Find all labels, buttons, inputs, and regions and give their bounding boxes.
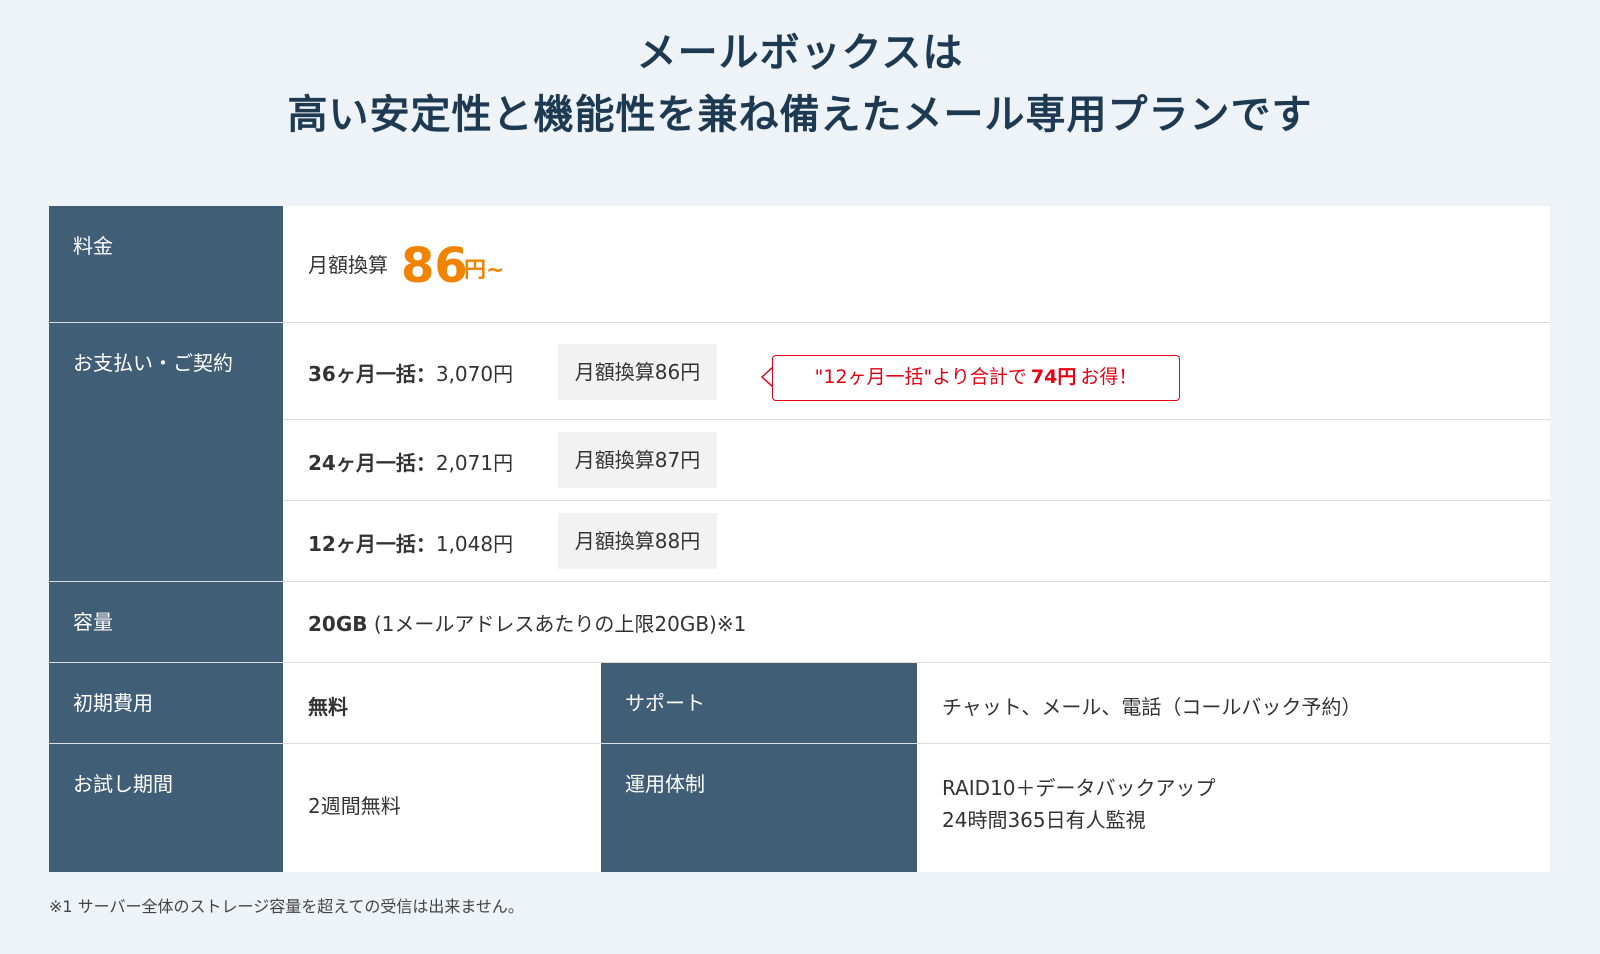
plan-24-label: 24ヶ月一括：2,071円 (308, 447, 513, 476)
operations-line-1: RAID10＋データバックアップ (942, 776, 1216, 800)
capacity-detail: (1メールアドレスあたりの上限20GB)※1 (367, 612, 747, 636)
capacity-value: 20GB (1メールアドレスあたりの上限20GB)※1 (308, 608, 746, 637)
plan-24-term: 24ヶ月一括 (308, 451, 416, 475)
plan-spec-table: 料金 月額換算 86 円~ お支払い・ご契約 36ヶ月一括：3,070円 月額換… (49, 206, 1550, 872)
row-capacity: 容量 20GB (1メールアドレスあたりの上限20GB)※1 (49, 582, 1550, 662)
footnote: ※1 サーバー全体のストレージ容量を超えての受信は出来ません。 (49, 897, 524, 916)
row-divider (283, 500, 1550, 501)
plan-36-sep: ： (415, 362, 436, 386)
operations-value: RAID10＋データバックアップ 24時間365日有人監視 (942, 772, 1216, 836)
plan-36-term: 36ヶ月一括 (308, 362, 416, 386)
row-trial-ops: お試し期間 2週間無料 運用体制 RAID10＋データバックアップ 24時間36… (49, 744, 1550, 872)
row-header-capacity: 容量 (49, 582, 283, 662)
row-initial-support: 初期費用 無料 サポート チャット、メール、電話（コールバック予約） (49, 663, 1550, 743)
callout-amount: 74円 (1030, 366, 1077, 388)
page-heading: メールボックスは 高い安定性と機能性を兼ね備えたメール専用プランです (0, 28, 1600, 140)
price-amount: 86 (401, 238, 468, 294)
plan-36-total: 3,070円 (435, 362, 514, 386)
callout-post: お得！ (1080, 366, 1138, 388)
price-unit: 円~ (464, 258, 505, 283)
row-price: 料金 月額換算 86 円~ (49, 206, 1550, 322)
plan-12-monthly: 月額換算88円 (558, 513, 717, 569)
row-header-price: 料金 (49, 206, 283, 322)
operations-line-2: 24時間365日有人監視 (942, 808, 1146, 832)
plan-36-label: 36ヶ月一括：3,070円 (308, 358, 513, 387)
initial-value: 無料 (308, 695, 348, 719)
plan-36-monthly: 月額換算86円 (558, 344, 717, 400)
plan-12-sep: ： (415, 532, 436, 556)
row-header-initial: 初期費用 (49, 663, 283, 743)
plan-12-label: 12ヶ月一括：1,048円 (308, 528, 513, 557)
callout-pre: "12ヶ月一括"より合計で (814, 366, 1027, 388)
trial-value: 2週間無料 (308, 794, 401, 818)
plan-24-sep: ： (415, 451, 436, 475)
savings-callout: "12ヶ月一括"より合計で 74円 お得！ (772, 355, 1180, 401)
row-header-support: サポート (601, 663, 917, 743)
row-header-operations: 運用体制 (601, 744, 917, 872)
plan-12-total: 1,048円 (435, 532, 514, 556)
price-prefix: 月額換算 (308, 253, 388, 277)
row-divider (283, 419, 1550, 420)
plan-24-total: 2,071円 (435, 451, 514, 475)
plan-12-term: 12ヶ月一括 (308, 532, 416, 556)
plan-24-monthly: 月額換算87円 (558, 432, 717, 488)
heading-line-2: 高い安定性と機能性を兼ね備えたメール専用プランです (287, 92, 1313, 138)
heading-line-1: メールボックスは (636, 30, 964, 76)
row-header-trial: お試し期間 (49, 744, 283, 872)
support-value: チャット、メール、電話（コールバック予約） (942, 695, 1362, 719)
capacity-bold: 20GB (308, 612, 368, 636)
row-header-payment: お支払い・ご契約 (49, 323, 283, 581)
